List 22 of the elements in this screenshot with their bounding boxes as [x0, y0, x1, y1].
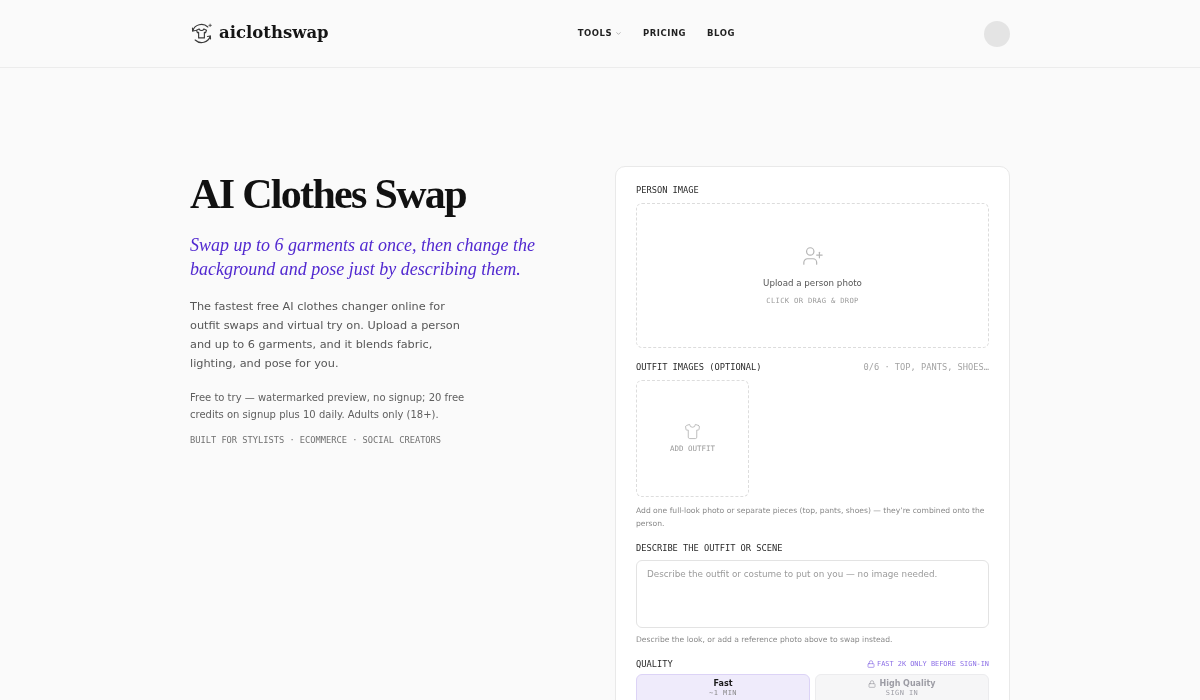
nav-menu-link[interactable]: TOOLS	[577, 27, 623, 40]
logo-icon	[190, 22, 213, 45]
user-plus-icon	[801, 245, 824, 267]
outfit-count: 0/6 · TOP, PANTS, SHOES…	[863, 361, 989, 373]
section-label: OUTFIT IMAGES (OPTIONAL)	[636, 361, 762, 373]
description-field[interactable]: Describe the outfit or costume to put on you — no image needed.	[636, 559, 989, 628]
chevron-down-icon	[615, 30, 623, 37]
section-label: PERSON IMAGE	[636, 184, 699, 196]
tagline-subtitle: Swap up to 6 garments at once, then change the background and pose just by describing them.	[190, 234, 536, 281]
logo-wordmark[interactable]: aiclothswap	[219, 25, 329, 42]
page-title: AI Clothes Swap	[190, 170, 466, 218]
nav-link[interactable]: BLOG	[707, 27, 735, 40]
shirt-icon	[684, 423, 701, 440]
intro-paragraph: The fastest free AI clothes changer online for outfit swaps and virtual try on. Upload a person and up to 6 garments, and it blends fabric, lighting, and pose for you.	[190, 299, 461, 372]
section-label: QUALITY	[636, 657, 673, 670]
free-trial-note: Free to try — watermarked preview, no signup; 20 free credits on signup plus 10 daily. Adults only (18+).	[190, 391, 466, 422]
section-label: DESCRIBE THE OUTFIT OR SCENE	[636, 541, 783, 554]
lock-icon	[867, 659, 875, 668]
lock-icon	[868, 679, 877, 688]
audience-tagline: BUILT FOR STYLISTS · ECOMMERCE · SOCIAL CREATORS	[190, 434, 442, 446]
upload-prompt: Upload a person photo	[763, 277, 862, 289]
nav-link[interactable]: PRICING	[643, 27, 687, 40]
